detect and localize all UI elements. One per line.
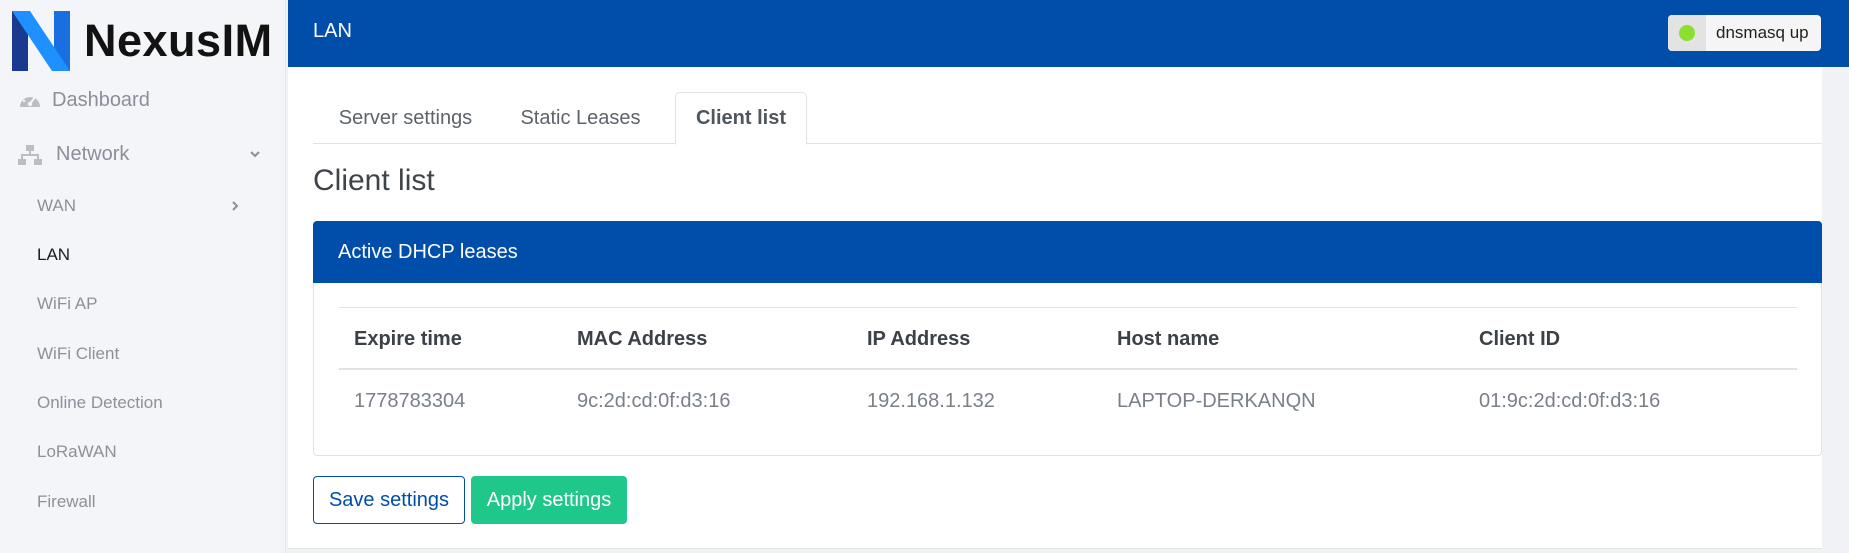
sidebar-item-wan[interactable]: WAN (0, 194, 286, 218)
top-bar: LAN dnsmasq up (288, 0, 1849, 67)
chevron-down-icon (250, 151, 260, 158)
table-row: 1778783304 9c:2d:cd:0f:d3:16 192.168.1.1… (339, 370, 1797, 432)
save-settings-button[interactable]: Save settings (313, 476, 465, 524)
sidebar-item-network[interactable]: Network (0, 140, 286, 168)
sidebar-item-label: Online Detection (37, 393, 163, 412)
sidebar-item-wifi-client[interactable]: WiFi Client (0, 342, 286, 366)
status-dot-icon (1679, 25, 1695, 41)
cell-ip-address: 192.168.1.132 (867, 389, 995, 412)
leases-table: Expire time MAC Address IP Address Host … (339, 307, 1797, 432)
tab-bar: Server settings Static Leases Client lis… (313, 92, 1822, 145)
speedometer-icon (20, 93, 40, 107)
tab-server-settings[interactable]: Server settings (313, 92, 498, 144)
column-header-client-id[interactable]: Client ID (1479, 308, 1560, 370)
column-header-ip-address[interactable]: IP Address (867, 308, 970, 370)
sidebar-item-lorawan[interactable]: LoRaWAN (0, 440, 286, 464)
network-icon (18, 145, 42, 165)
column-header-expire-time[interactable]: Expire time (354, 308, 462, 370)
panel-header: Active DHCP leases (313, 221, 1822, 283)
sidebar-item-label: WiFi Client (37, 344, 120, 363)
table-header-row: Expire time MAC Address IP Address Host … (339, 308, 1797, 370)
cell-host-name: LAPTOP-DERKANQN (1117, 389, 1316, 412)
status-indicator (1668, 15, 1706, 51)
column-header-mac-address[interactable]: MAC Address (577, 308, 707, 370)
apply-settings-button[interactable]: Apply settings (471, 476, 627, 524)
tab-client-list[interactable]: Client list (675, 92, 807, 145)
cell-expire-time: 1778783304 (354, 389, 466, 412)
sidebar-item-label: Network (56, 142, 130, 165)
sidebar-item-firewall[interactable]: Firewall (0, 490, 286, 514)
sidebar-item-label: LAN (37, 245, 71, 264)
column-header-host-name[interactable]: Host name (1117, 308, 1219, 370)
sidebar-item-wifi-ap[interactable]: WiFi AP (0, 292, 286, 316)
service-status-badge[interactable]: dnsmasq up (1668, 15, 1821, 51)
section-title: Client list (313, 164, 435, 197)
brand-logo[interactable]: NexusIM (10, 9, 273, 73)
sidebar-item-dashboard[interactable]: Dashboard (0, 86, 286, 114)
status-label: dnsmasq up (1716, 23, 1809, 42)
panel-title: Active DHCP leases (338, 241, 518, 263)
chevron-right-icon (232, 201, 239, 211)
dhcp-leases-panel: Active DHCP leases Expire time MAC Addre… (313, 221, 1822, 456)
brand-name: NexusIM (84, 15, 273, 66)
sidebar-item-label: WiFi AP (37, 294, 98, 313)
sidebar-item-label: Dashboard (52, 88, 150, 111)
sidebar-item-lan[interactable]: LAN (0, 243, 286, 267)
tab-static-leases[interactable]: Static Leases (498, 92, 663, 144)
sidebar-item-online-detection[interactable]: Online Detection (0, 391, 286, 415)
page-title: LAN (313, 20, 352, 42)
main-content: Server settings Static Leases Client lis… (288, 67, 1822, 549)
cell-mac-address: 9c:2d:cd:0f:d3:16 (577, 389, 731, 412)
nexusim-logo-icon (12, 11, 70, 71)
sidebar-item-label: WAN (37, 196, 77, 215)
cell-client-id: 01:9c:2d:cd:0f:d3:16 (1479, 389, 1661, 412)
sidebar: NexusIM Dashboard Network WAN LAN WiFi A… (0, 0, 286, 553)
sidebar-item-label: Firewall (37, 492, 96, 511)
sidebar-item-label: LoRaWAN (37, 442, 117, 461)
